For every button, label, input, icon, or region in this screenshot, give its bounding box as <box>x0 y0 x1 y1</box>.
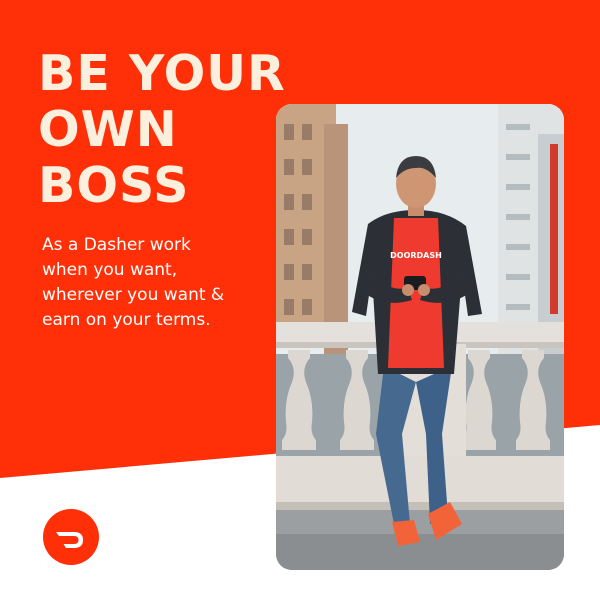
subheading-line-1: As a Dasher work <box>42 235 191 255</box>
subheading: As a Dasher work when you want, wherever… <box>42 233 282 333</box>
subheading-line-4: earn on your terms. <box>42 310 211 330</box>
doordash-logo-icon <box>43 509 99 565</box>
dasher-photo: DOORDASH <box>276 104 564 570</box>
subheading-line-2: when you want, <box>42 260 178 280</box>
shirt-logo-text: DOORDASH <box>390 251 442 260</box>
headline-line-1: BE YOUR <box>38 45 286 102</box>
subheading-line-3: wherever you want & <box>42 285 225 305</box>
